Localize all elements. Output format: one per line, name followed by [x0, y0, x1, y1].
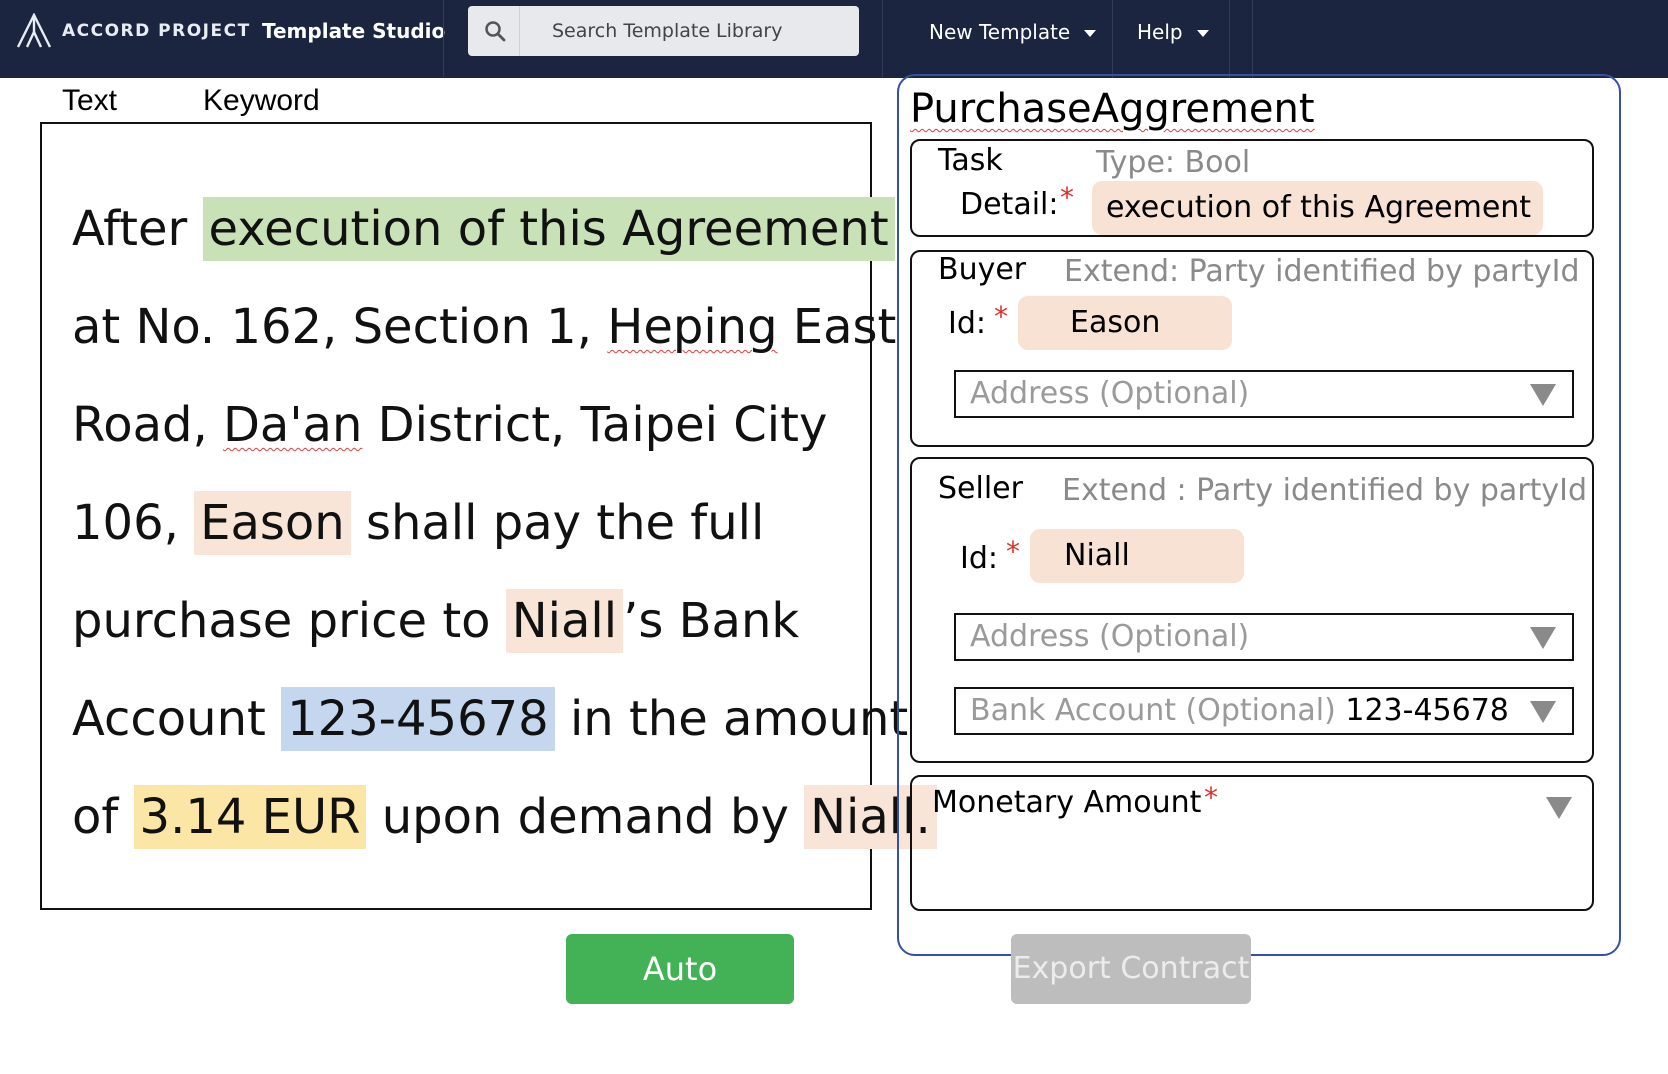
navbar-divider — [1112, 0, 1113, 78]
editor-line: of 3.14 EUR upon demand by Niall. — [72, 785, 937, 849]
text-run: upon demand by — [366, 789, 805, 845]
monetary-amount-label: Monetary Amount — [932, 785, 1202, 820]
text-run: 106, — [72, 495, 195, 551]
text-run: purchase price to — [72, 593, 506, 649]
dropdown-triangle-icon — [1530, 627, 1556, 649]
text-run: shall pay the full — [350, 495, 765, 551]
action-highlight[interactable]: execution of this Agreement — [202, 197, 895, 261]
seller-address-select[interactable]: Address (Optional) — [954, 613, 1574, 661]
caret-down-icon — [1196, 30, 1209, 37]
buyer-id-value: Eason — [1070, 305, 1161, 340]
auto-complete-button[interactable]: Auto Complete — [566, 934, 794, 1058]
text-run: Account — [72, 691, 282, 747]
monetary-amount-card[interactable]: Monetary Amount * — [910, 775, 1594, 911]
bank-account-highlight[interactable]: 123-45678 — [281, 687, 555, 751]
required-marker: * — [1204, 781, 1218, 814]
editor-line: 106, Eason shall pay the full — [72, 491, 765, 555]
task-label: Task — [938, 143, 1003, 178]
detail-value: execution of this Agreement — [1106, 190, 1532, 225]
new-template-menu[interactable]: New Template — [929, 20, 1097, 44]
text-run: of — [72, 789, 134, 845]
navbar-divider — [882, 0, 883, 78]
buyer-id-label: Id: — [948, 306, 986, 341]
navbar-divider — [1229, 0, 1230, 78]
editor-line: After execution of this Agreement — [72, 197, 895, 261]
misspelled-word: Da'an — [222, 397, 363, 453]
text-run: East — [777, 299, 897, 355]
dropdown-triangle-icon[interactable] — [1546, 797, 1572, 819]
seller-extend: Extend : Party identified by partyId — [1062, 473, 1588, 508]
buyer-extend: Extend: Party identified by partyId — [1064, 254, 1580, 289]
seller-highlight[interactable]: Niall — [505, 589, 624, 653]
export-contract-button[interactable]: Export Contract — [1011, 934, 1251, 1004]
contract-text-editor[interactable]: After execution of this Agreement at No.… — [40, 122, 937, 910]
navbar-divider — [1252, 0, 1253, 78]
search-placeholder: Search Template Library — [552, 20, 783, 42]
text-run: District, Taipei City — [362, 397, 828, 453]
seller-card: Seller Extend : Party identified by part… — [910, 457, 1594, 763]
editor-line: Road, Da'an District, Taipei City — [72, 396, 827, 454]
navbar-divider — [443, 0, 444, 78]
top-navbar: ACCORD PROJECT Template Studio Search Te… — [0, 0, 1668, 78]
seller-id-label: Id: — [960, 541, 998, 576]
dropdown-triangle-icon — [1530, 384, 1556, 406]
tab-keyword[interactable]: Keyword — [203, 84, 320, 118]
search-icon — [485, 21, 506, 42]
detail-field[interactable]: execution of this Agreement — [1092, 181, 1543, 235]
new-template-label: New Template — [929, 20, 1071, 44]
buyer-id-field[interactable]: Eason — [1018, 296, 1232, 350]
editor-line: at No. 162, Section 1, Heping East — [72, 298, 896, 356]
text-run: After — [72, 201, 203, 257]
buyer-card: Buyer Extend: Party identified by partyI… — [910, 250, 1594, 447]
detail-label: Detail: — [960, 187, 1059, 222]
editor-line: Account 123-45678 in the amount — [72, 687, 909, 751]
brand-name[interactable]: ACCORD PROJECT — [62, 21, 251, 41]
task-card: Task Type: Bool Detail: * execution of t… — [910, 139, 1594, 237]
text-run: ’s Bank — [623, 593, 800, 649]
misspelled-word: Heping — [607, 299, 778, 355]
buyer-label: Buyer — [938, 252, 1027, 287]
required-marker: * — [1006, 535, 1020, 568]
seller-id-value: Niall — [1064, 538, 1130, 573]
amount-highlight[interactable]: 3.14 EUR — [133, 785, 367, 849]
form-title: PurchaseAggrement — [910, 86, 1315, 132]
task-type: Type: Bool — [1096, 145, 1251, 180]
required-marker: * — [1060, 181, 1074, 214]
accord-project-logo-icon[interactable] — [16, 13, 52, 49]
editor-line: purchase price to Niall’s Bank — [72, 589, 800, 653]
required-marker: * — [994, 300, 1008, 333]
search-icon-container — [468, 6, 520, 56]
tab-text[interactable]: Text — [62, 84, 117, 118]
text-run: at No. 162, Section 1, — [72, 299, 608, 355]
buyer-address-placeholder: Address (Optional) — [970, 376, 1250, 411]
help-menu[interactable]: Help — [1137, 20, 1209, 44]
dropdown-triangle-icon — [1530, 701, 1556, 723]
search-input[interactable]: Search Template Library — [468, 6, 859, 56]
help-label: Help — [1137, 20, 1183, 44]
buyer-highlight[interactable]: Eason — [194, 491, 351, 555]
bank-account-value: 123-45678 — [1345, 693, 1509, 728]
bank-account-placeholder: Bank Account (Optional) — [970, 693, 1336, 728]
seller-bank-account-select[interactable]: Bank Account (Optional) 123-45678 — [954, 687, 1574, 735]
seller-address-placeholder: Address (Optional) — [970, 619, 1250, 654]
caret-down-icon — [1084, 30, 1097, 37]
text-run: Road, — [72, 397, 223, 453]
seller-label: Seller — [938, 471, 1023, 506]
buyer-address-select[interactable]: Address (Optional) — [954, 370, 1574, 418]
text-run: in the amount — [554, 691, 909, 747]
seller-id-field[interactable]: Niall — [1030, 529, 1244, 583]
app-name[interactable]: Template Studio — [262, 19, 445, 43]
